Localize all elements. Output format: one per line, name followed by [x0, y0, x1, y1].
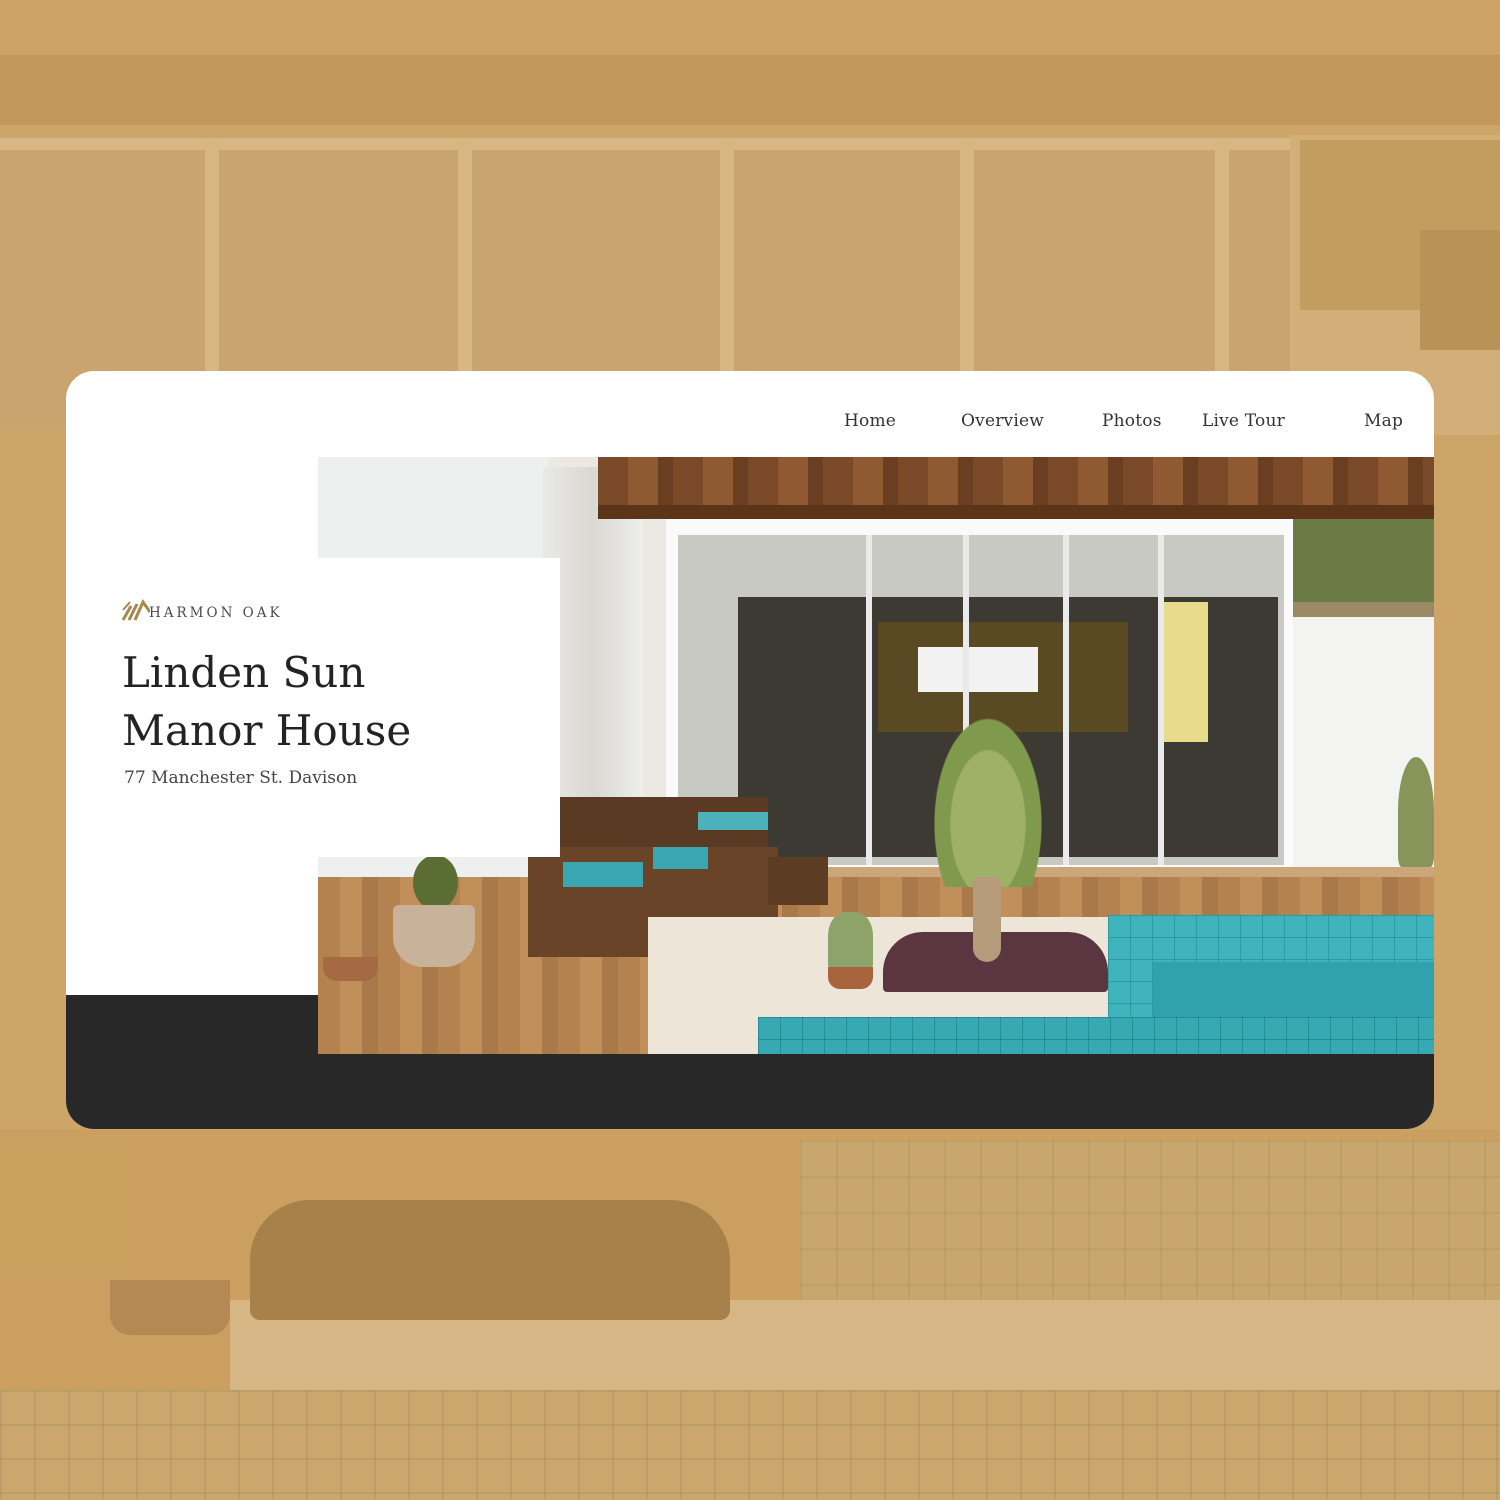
page-title: Linden Sun Manor House: [122, 644, 552, 760]
top-navigation: Home Overview Photos Live Tour Map: [66, 411, 1434, 437]
nav-photos[interactable]: Photos: [1102, 411, 1162, 431]
title-line-2: Manor House: [122, 706, 412, 755]
nav-live-tour[interactable]: Live Tour: [1202, 411, 1285, 431]
roof-lines-icon: [122, 598, 150, 621]
nav-map[interactable]: Map: [1364, 411, 1403, 431]
listing-title-panel: HARMON OAK Linden Sun Manor House 77 Man…: [66, 558, 560, 857]
listing-address: 77 Manchester St. Davison: [124, 768, 358, 788]
brand-name: HARMON OAK: [149, 605, 283, 621]
brand-logo[interactable]: HARMON OAK: [122, 598, 362, 624]
website-card: Home Overview Photos Live Tour Map HARMO…: [66, 371, 1434, 1129]
nav-overview[interactable]: Overview: [961, 411, 1044, 431]
nav-home[interactable]: Home: [844, 411, 896, 431]
title-line-1: Linden Sun: [122, 648, 366, 697]
